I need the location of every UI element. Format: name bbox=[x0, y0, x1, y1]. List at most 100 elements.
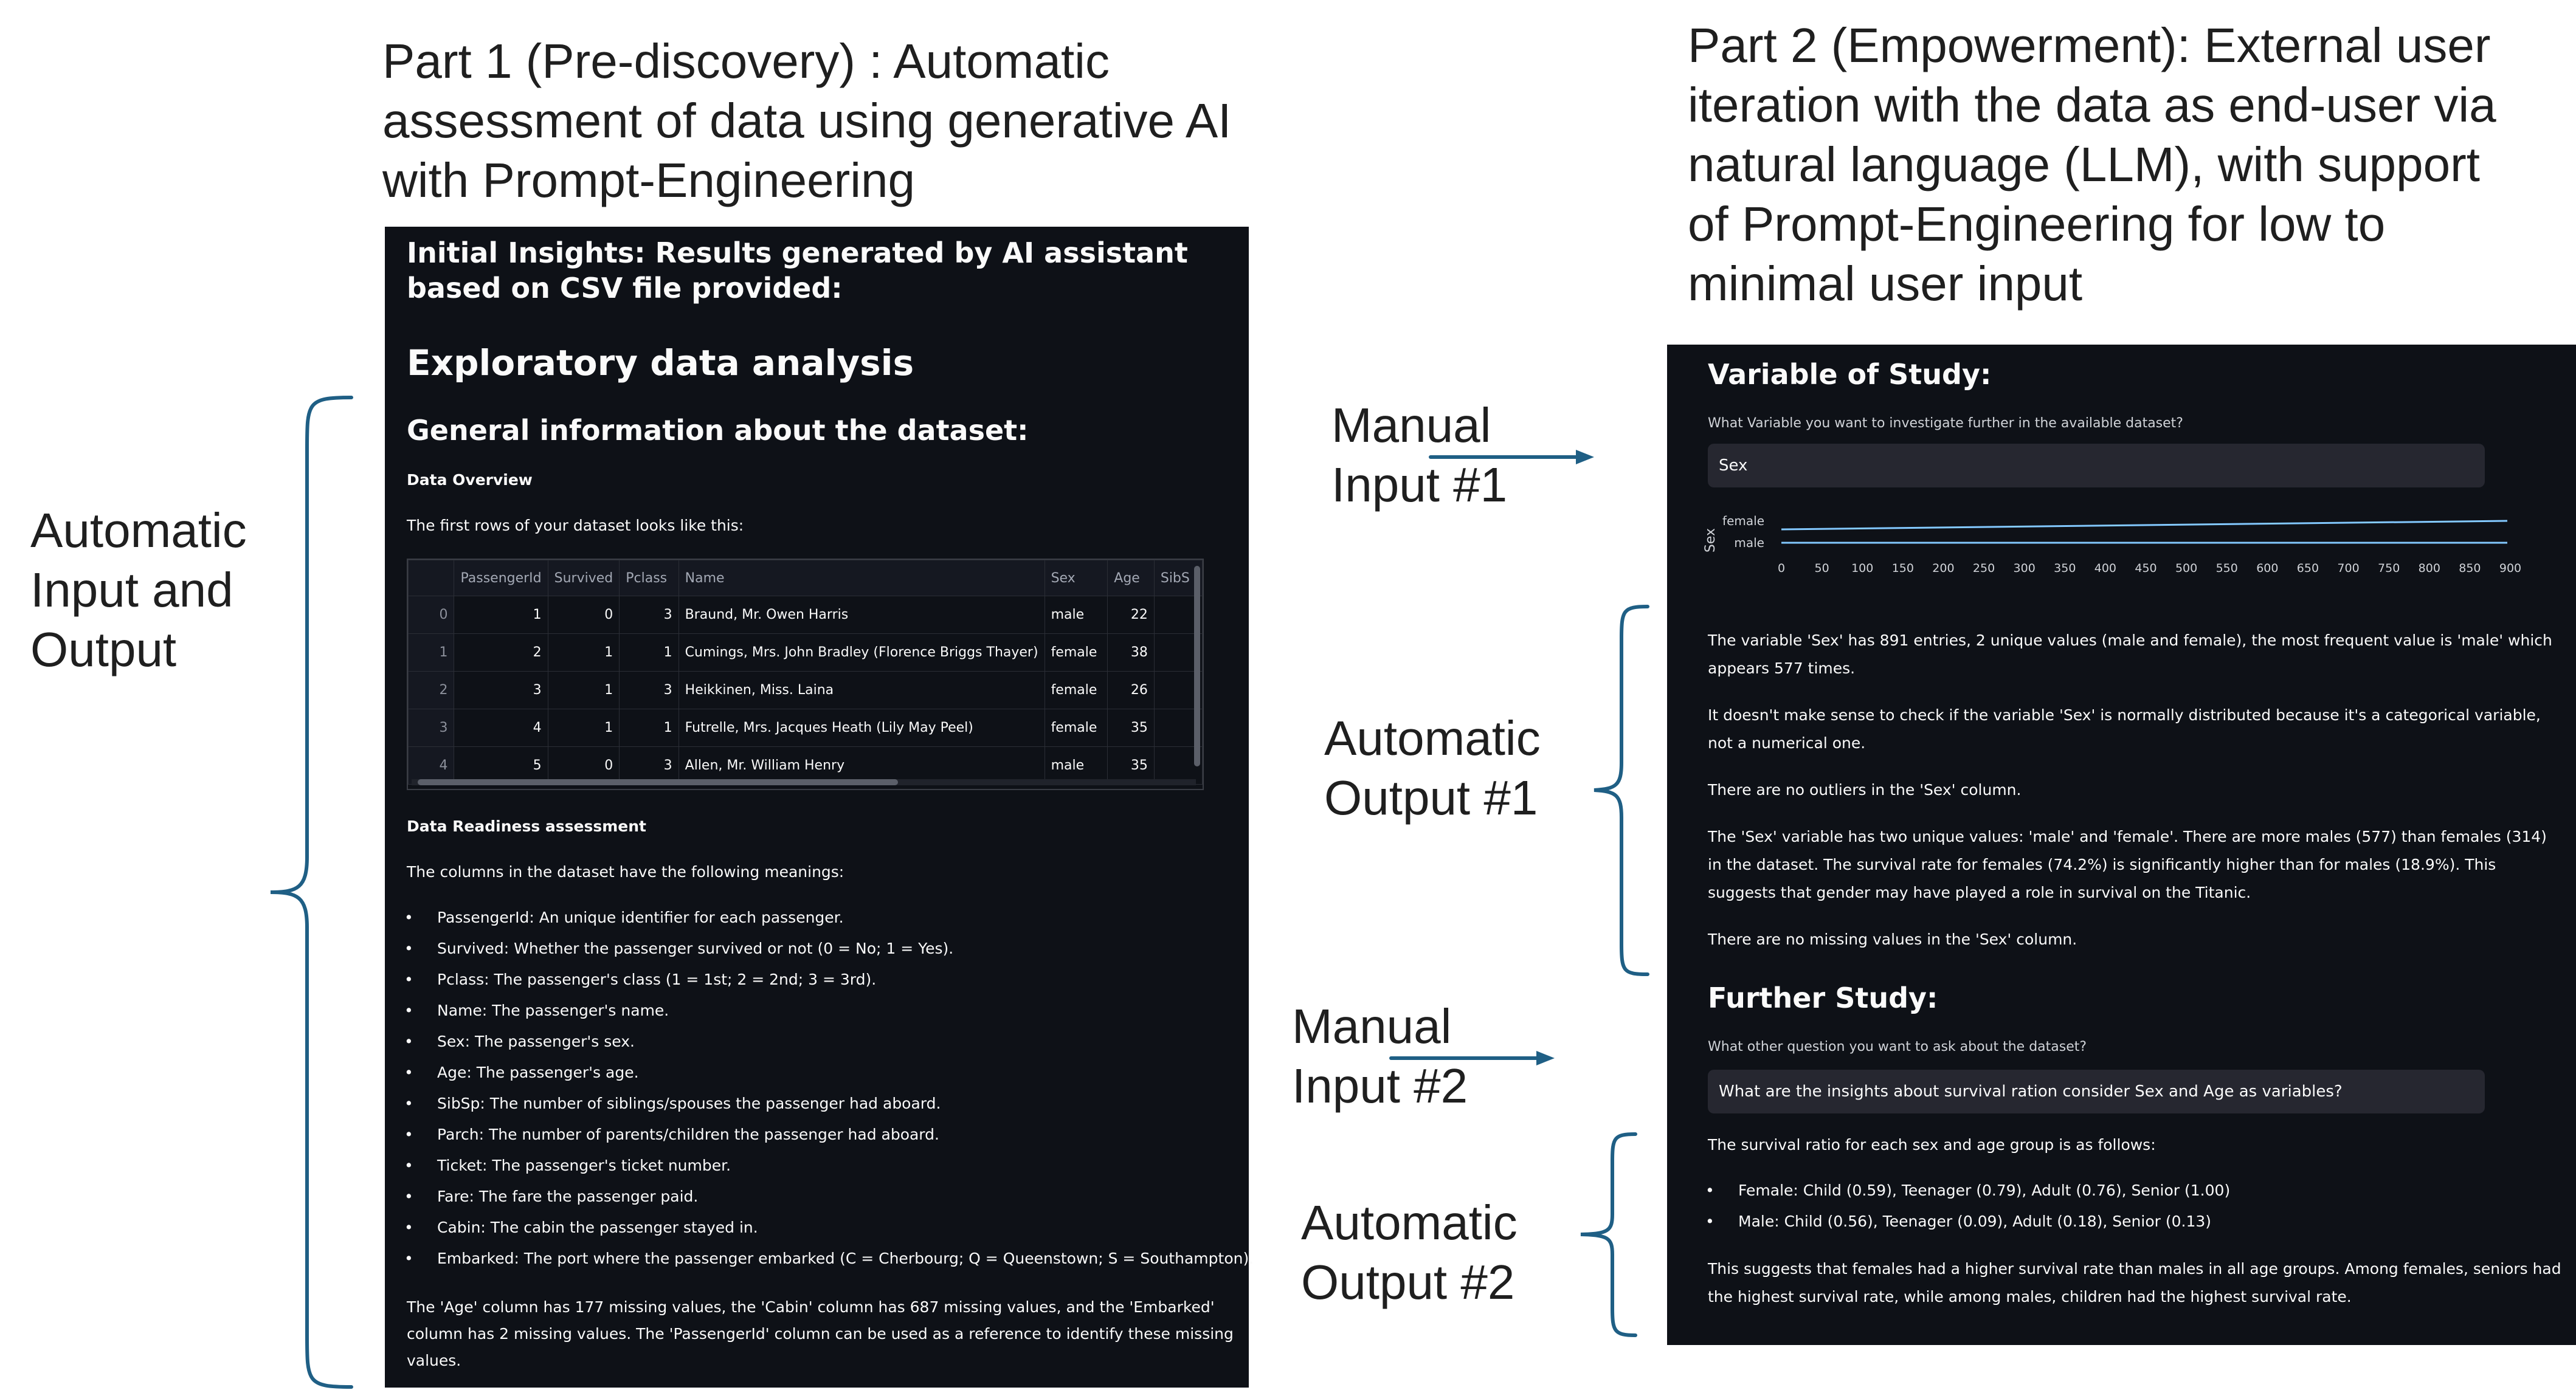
scrollbar-thumb[interactable] bbox=[418, 779, 898, 785]
list-item-text: Pclass: The passenger's class (1 = 1st; … bbox=[437, 971, 877, 988]
list-item: Ticket: The passenger's ticket number. bbox=[404, 1157, 731, 1174]
list-item-text: PassengerId: An unique identifier for ea… bbox=[437, 909, 844, 926]
table-cell: 2 bbox=[454, 633, 548, 672]
table-cell: Futrelle, Mrs. Jacques Heath (Lily May P… bbox=[678, 709, 1045, 747]
table-row[interactable]: 0 1 0 3 Braund, Mr. Owen Harris male 22 bbox=[408, 596, 1203, 634]
table-cell: 0 bbox=[408, 596, 455, 634]
brace-output2-icon bbox=[1580, 1132, 1637, 1337]
output2-conclusion: This suggests that females had a higher … bbox=[1708, 1260, 2561, 1278]
chart-tick-label: 0 bbox=[1778, 562, 1785, 575]
brace-left-icon bbox=[270, 396, 353, 1389]
arrowhead-input2-icon bbox=[1536, 1051, 1555, 1065]
vertical-scrollbar[interactable] bbox=[1194, 566, 1200, 766]
table-row[interactable]: 2 3 1 3 Heikkinen, Miss. Laina female 26 bbox=[408, 671, 1203, 709]
list-item-text: Male: Child (0.56), Teenager (0.09), Adu… bbox=[1738, 1213, 2212, 1230]
chart-tick-label: 50 bbox=[1815, 562, 1829, 575]
chart-tick-label: 600 bbox=[2256, 562, 2278, 575]
chart-tick-label: 450 bbox=[2135, 562, 2156, 575]
chart-tick-label: 300 bbox=[2014, 562, 2036, 575]
first-rows-text: The first rows of your dataset looks lik… bbox=[407, 517, 744, 534]
output1-paragraph: There are no outliers in the 'Sex' colum… bbox=[1708, 781, 2022, 799]
table-cell: 1 bbox=[408, 633, 455, 672]
chart-ylabel: Sex bbox=[1704, 528, 1718, 552]
table-row[interactable]: 3 4 1 1 Futrelle, Mrs. Jacques Heath (Li… bbox=[408, 709, 1203, 747]
list-item-text: Cabin: The cabin the passenger stayed in… bbox=[437, 1219, 758, 1236]
output1-paragraph: not a numerical one. bbox=[1708, 734, 1866, 752]
list-item-text: Ticket: The passenger's ticket number. bbox=[437, 1157, 731, 1174]
chart-tick-label: 650 bbox=[2297, 562, 2319, 575]
table-cell: 38 bbox=[1107, 633, 1155, 672]
data-overview-title: Data Overview bbox=[407, 471, 533, 489]
chart-tick-label: 250 bbox=[1973, 562, 1995, 575]
table-cell: 1 bbox=[619, 633, 679, 672]
chart-tick-label: 500 bbox=[2175, 562, 2197, 575]
chart-tick-label: 900 bbox=[2499, 562, 2521, 575]
list-item: Fare: The fare the passenger paid. bbox=[404, 1188, 699, 1205]
output1-paragraph: suggests that gender may have played a r… bbox=[1708, 884, 2251, 901]
output1-paragraph: in the dataset. The survival rate for fe… bbox=[1708, 856, 2496, 873]
table-cell: Braund, Mr. Owen Harris bbox=[678, 596, 1045, 634]
readiness-title: Data Readiness assessment bbox=[407, 817, 647, 835]
chart-tick-label: 700 bbox=[2337, 562, 2359, 575]
table-cell: 2 bbox=[408, 671, 455, 709]
chart-series-line bbox=[1781, 520, 2508, 531]
table-cell: Cumings, Mrs. John Bradley (Florence Bri… bbox=[678, 633, 1045, 672]
panel-header: Initial Insights: Results generated by A… bbox=[407, 236, 1188, 304]
list-item-text: Embarked: The port where the passenger e… bbox=[437, 1250, 1254, 1267]
table-row[interactable]: 1 2 1 1 Cumings, Mrs. John Bradley (Flor… bbox=[408, 633, 1203, 672]
table-cell: female bbox=[1044, 633, 1108, 672]
variable-input[interactable]: Sex bbox=[1708, 444, 2485, 487]
chart-category-label: male bbox=[1734, 535, 1764, 550]
column-header[interactable]: Age bbox=[1107, 560, 1155, 596]
list-item-text: Fare: The fare the passenger paid. bbox=[437, 1188, 699, 1205]
chart-tick-label: 800 bbox=[2419, 562, 2440, 575]
table-cell: 3 bbox=[408, 709, 455, 747]
general-info-title: General information about the dataset: bbox=[407, 414, 1029, 447]
list-item-text: Age: The passenger's age. bbox=[437, 1064, 639, 1081]
output1-paragraph: There are no missing values in the 'Sex'… bbox=[1708, 931, 2077, 948]
list-item-text: Name: The passenger's name. bbox=[437, 1002, 669, 1019]
output1-paragraph: appears 577 times. bbox=[1708, 659, 1856, 677]
column-header[interactable] bbox=[408, 560, 455, 596]
horizontal-scrollbar[interactable] bbox=[412, 779, 1196, 785]
dataset-preview-table[interactable]: PassengerId Survived Pclass Name Sex Age… bbox=[407, 559, 1204, 790]
column-header[interactable]: PassengerId bbox=[454, 560, 548, 596]
missing-values-text: The 'Age' column has 177 missing values,… bbox=[407, 1298, 1215, 1316]
column-header[interactable]: Pclass bbox=[619, 560, 679, 596]
list-item: Parch: The number of parents/children th… bbox=[404, 1126, 939, 1143]
table-cell: 22 bbox=[1107, 596, 1155, 634]
table-cell: 1 bbox=[454, 596, 548, 634]
column-header[interactable]: Name bbox=[678, 560, 1045, 596]
list-item: PassengerId: An unique identifier for ea… bbox=[404, 909, 844, 926]
list-item: Survived: Whether the passenger survived… bbox=[404, 940, 954, 957]
columns-meaning-text: The columns in the dataset have the foll… bbox=[407, 863, 844, 881]
output2-conclusion: the highest survival rate, while among m… bbox=[1708, 1288, 2352, 1306]
table-cell: female bbox=[1044, 709, 1108, 747]
table-header-row: PassengerId Survived Pclass Name Sex Age… bbox=[408, 560, 1203, 596]
output1-paragraph: It doesn't make sense to check if the va… bbox=[1708, 706, 2541, 724]
list-item-text: Survived: Whether the passenger survived… bbox=[437, 940, 954, 957]
further-question-input[interactable]: What are the insights about survival rat… bbox=[1708, 1070, 2485, 1113]
output1-paragraph: The variable 'Sex' has 891 entries, 2 un… bbox=[1708, 631, 2552, 649]
list-item: Female: Child (0.59), Teenager (0.79), A… bbox=[1705, 1182, 2231, 1199]
table-cell: female bbox=[1044, 671, 1108, 709]
list-item-text: Female: Child (0.59), Teenager (0.79), A… bbox=[1738, 1182, 2231, 1199]
eda-title: Exploratory data analysis bbox=[407, 342, 914, 384]
list-item: Embarked: The port where the passenger e… bbox=[404, 1250, 1254, 1267]
arrowhead-input1-icon bbox=[1576, 450, 1594, 464]
table-cell: 1 bbox=[547, 633, 620, 672]
further-question-label: What other question you want to ask abou… bbox=[1708, 1039, 2087, 1055]
table-cell: 1 bbox=[619, 709, 679, 747]
chart-category-label: female bbox=[1722, 514, 1764, 528]
missing-values-text: column has 2 missing values. The 'Passen… bbox=[407, 1325, 1234, 1343]
table-cell: 4 bbox=[454, 709, 548, 747]
column-header[interactable]: Sex bbox=[1044, 560, 1108, 596]
chart-tick-label: 350 bbox=[2054, 562, 2076, 575]
column-header[interactable]: Survived bbox=[547, 560, 620, 596]
table-cell: 1 bbox=[547, 671, 620, 709]
table-cell: 3 bbox=[619, 671, 679, 709]
list-item-text: Parch: The number of parents/children th… bbox=[437, 1126, 939, 1143]
empowerment-panel: Variable of Study: What Variable you wan… bbox=[1667, 345, 2576, 1345]
list-item-text: Sex: The passenger's sex. bbox=[437, 1033, 635, 1050]
further-study-title: Further Study: bbox=[1708, 982, 1938, 1014]
